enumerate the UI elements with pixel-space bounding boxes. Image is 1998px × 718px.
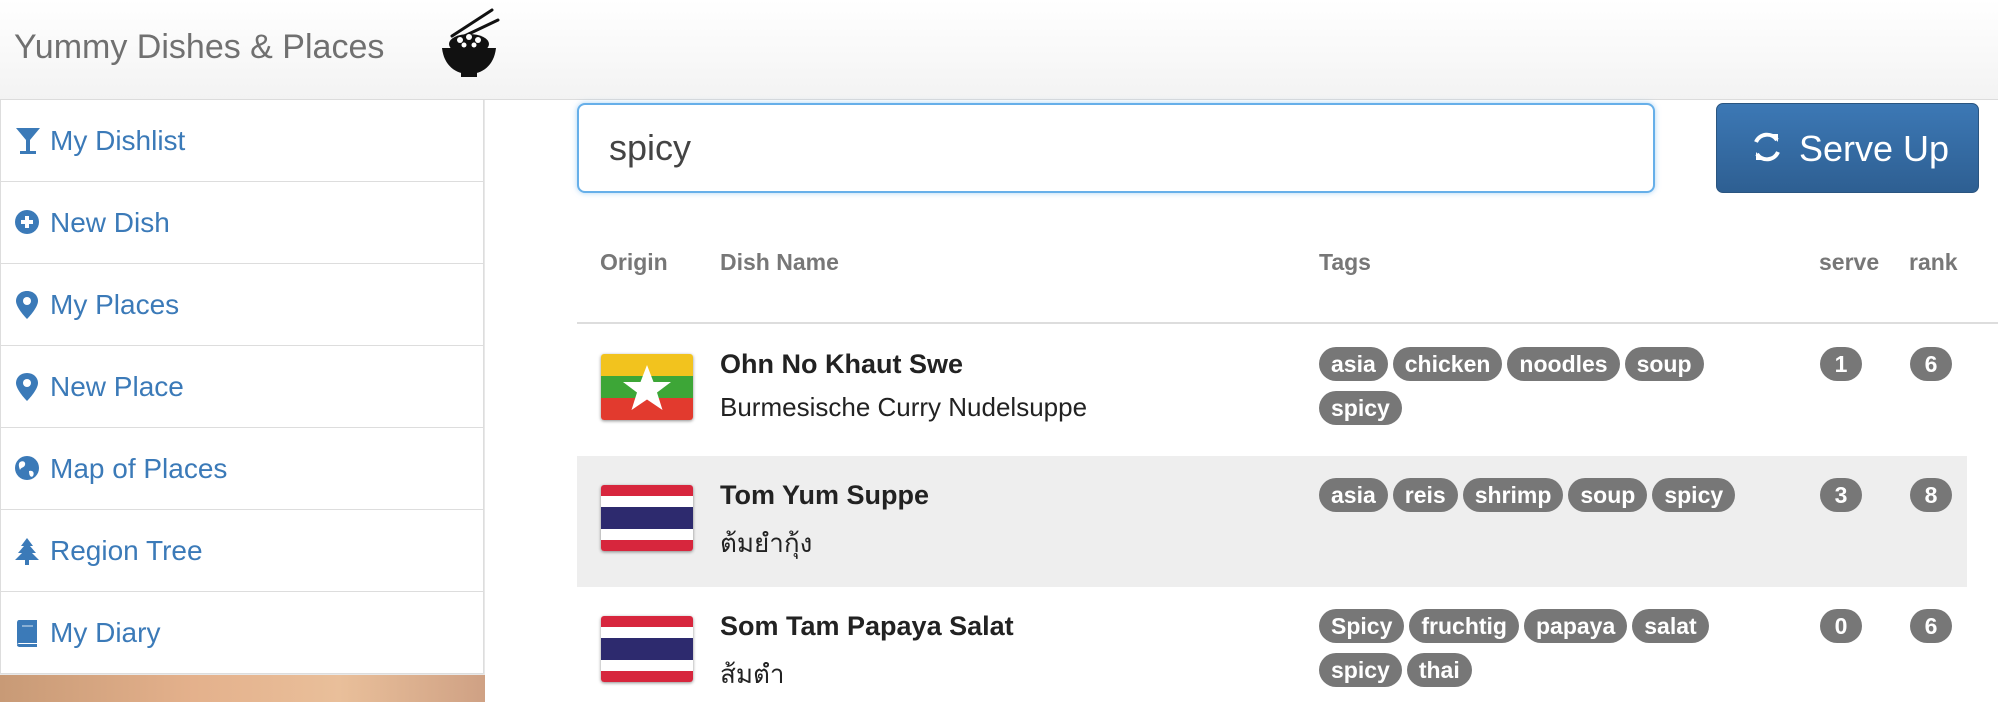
tag-badge[interactable]: salat [1632,609,1709,643]
tag-badge[interactable]: soup [1624,347,1704,381]
tag-badge[interactable]: spicy [1319,653,1402,687]
tag-list: asia reis shrimp soup spicy [1319,478,1779,512]
sidebar-item-label: Map of Places [50,453,228,484]
tag-badge[interactable]: spicy [1652,478,1736,512]
book-icon [17,620,37,647]
sidebar-item-my-diary[interactable]: My Diary [0,592,484,674]
plus-circle-icon [15,210,39,234]
column-header-dish-name[interactable]: Dish Name [720,249,839,276]
tag-list: Spicy fruchtig papaya salat spicy thai [1319,609,1779,687]
dish-subtitle: ต้มยำกุ้ง [720,528,813,558]
map-marker-icon [16,373,38,401]
sidebar-item-new-dish[interactable]: New Dish [0,182,484,264]
rank-badge: 6 [1910,609,1952,643]
sidebar-menu: My Dishlist New Dish My Places New Place [0,100,484,674]
tag-badge[interactable]: thai [1406,653,1472,687]
column-header-tags[interactable]: Tags [1319,249,1371,276]
sidebar-item-label: Region Tree [50,535,203,566]
rice-bowl-chopsticks-icon [442,8,500,77]
tag-badge[interactable]: asia [1319,478,1388,512]
tag-badge[interactable]: spicy [1319,391,1402,425]
sidebar-item-map-of-places[interactable]: Map of Places [0,428,484,510]
thailand-flag-icon [601,616,693,682]
column-header-rank[interactable]: rank [1909,249,1958,276]
column-header-origin[interactable]: Origin [600,249,668,276]
tag-list: asia chicken noodles soup spicy [1319,347,1779,425]
sidebar-item-new-place[interactable]: New Place [0,346,484,428]
serve-count-badge: 1 [1820,347,1862,381]
dish-name[interactable]: Som Tam Papaya Salat [720,611,1014,642]
tag-badge[interactable]: soup [1568,478,1648,512]
tag-badge[interactable]: reis [1392,478,1458,512]
serve-count-badge: 3 [1820,478,1862,512]
sidebar-item-my-places[interactable]: My Places [0,264,484,346]
rank-badge: 8 [1910,478,1952,512]
sidebar-item-label: New Place [50,371,184,402]
thailand-flag-icon [601,485,693,551]
tag-badge[interactable]: papaya [1523,609,1628,643]
sidebar-item-label: My Diary [50,617,161,648]
tag-badge[interactable]: asia [1319,347,1388,381]
rank-badge: 6 [1910,347,1952,381]
tag-badge[interactable]: fruchtig [1409,609,1519,643]
sidebar-item-label: My Places [50,289,180,320]
column-header-serve[interactable]: serve [1819,249,1879,276]
cocktail-glass-icon [16,128,40,154]
table-header-divider [577,322,1998,324]
tag-badge[interactable]: chicken [1392,347,1503,381]
myanmar-flag-icon [601,354,693,420]
tree-icon [15,538,39,565]
globe-icon [15,456,39,480]
map-marker-icon [16,291,38,319]
dish-subtitle: ส้มตำ [720,659,785,689]
serve-button-label: Serve Up [1799,128,1950,169]
sidebar-item-label: New Dish [50,207,170,238]
navbar: Yummy Dishes & Places [0,0,1998,100]
table-row[interactable]: Ohn No Khaut Swe Burmesische Curry Nudel… [577,325,1967,456]
tag-badge[interactable]: shrimp [1462,478,1564,512]
sidebar-item-region-tree[interactable]: Region Tree [0,510,484,592]
serve-up-button[interactable]: Serve Up [1716,103,1979,193]
table-row[interactable]: Som Tam Papaya Salat ส้มตำ Spicy fruchti… [577,587,1967,718]
dish-subtitle: Burmesische Curry Nudelsuppe [720,392,1088,422]
app-title[interactable]: Yummy Dishes & Places [14,28,384,67]
refresh-icon [1754,132,1780,162]
dish-name[interactable]: Ohn No Khaut Swe [720,349,963,380]
sidebar-item-my-dishlist[interactable]: My Dishlist [0,100,484,182]
tag-badge[interactable]: Spicy [1319,609,1405,643]
sidebar-item-label: My Dishlist [50,125,186,156]
sidebar: My Dishlist New Dish My Places New Place [0,100,485,702]
tag-badge[interactable]: noodles [1507,347,1620,381]
dish-name[interactable]: Tom Yum Suppe [720,480,929,511]
serve-count-badge: 0 [1820,609,1862,643]
sidebar-background-image [0,675,485,702]
table-row[interactable]: Tom Yum Suppe ต้มยำกุ้ง asia reis shrimp… [577,456,1967,587]
search-input[interactable] [577,103,1655,193]
